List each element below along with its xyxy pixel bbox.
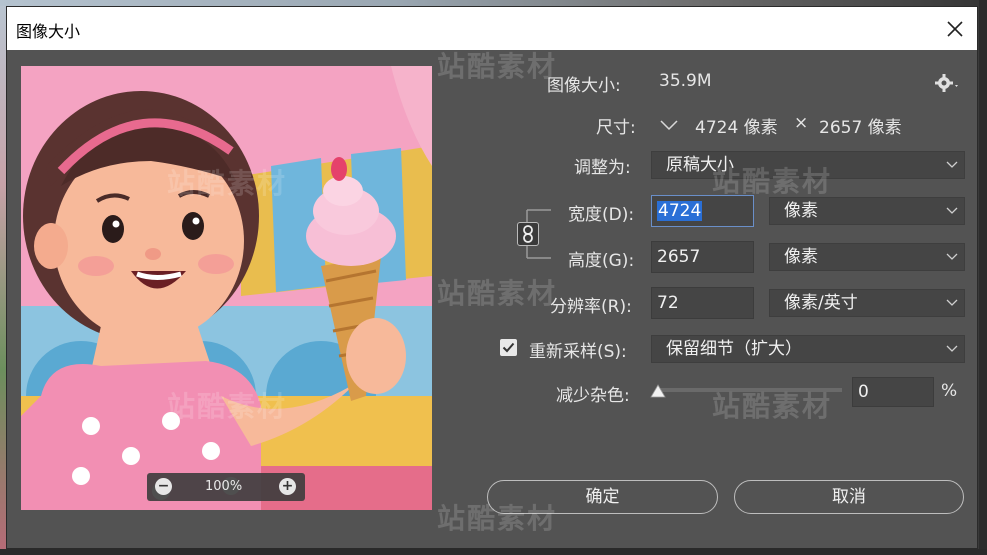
image-size-value: 35.9M — [659, 71, 712, 91]
resample-method-select[interactable]: 保留细节（扩大） — [651, 335, 965, 363]
width-unit-value: 像素 — [784, 201, 818, 221]
cancel-button[interactable]: 取消 — [734, 480, 964, 514]
width-label: 宽度(D): — [568, 205, 635, 225]
resolution-unit-select[interactable]: 像素/英寸 — [769, 289, 965, 317]
height-unit-select[interactable]: 像素 — [769, 243, 965, 271]
dimensions-width: 4724 像素 — [695, 118, 778, 138]
height-unit-value: 像素 — [784, 247, 818, 267]
dimensions-units-toggle[interactable] — [658, 115, 680, 139]
chevron-down-icon — [946, 345, 958, 352]
resolution-unit-value: 像素/英寸 — [784, 293, 858, 313]
constrain-proportions-toggle[interactable] — [517, 222, 539, 246]
reduce-noise-value: 0 — [858, 382, 869, 402]
resample-checkbox[interactable] — [500, 339, 517, 356]
reduce-noise-unit: % — [941, 381, 958, 401]
settings-menu-button[interactable] — [935, 73, 961, 97]
resolution-value: 72 — [657, 293, 679, 313]
zoom-in-icon: + — [281, 478, 294, 494]
watermark: 站酷素材 — [437, 50, 558, 83]
zoom-control: − 100% + — [147, 473, 305, 501]
zoom-in-button[interactable]: + — [279, 478, 296, 495]
chevron-down-icon — [660, 120, 678, 131]
dialog-title: 图像大小 — [16, 22, 81, 41]
watermark: 站酷素材 — [437, 277, 558, 310]
preview-illustration — [21, 66, 432, 510]
zoom-out-icon: − — [157, 478, 170, 494]
dimensions-height: 2657 像素 — [819, 118, 902, 138]
image-preview[interactable]: − 100% + — [21, 66, 432, 510]
fit-to-value: 原稿大小 — [666, 155, 734, 175]
width-input[interactable]: 4724 — [651, 195, 754, 227]
zoom-out-button[interactable]: − — [155, 478, 172, 495]
background-right-strip — [979, 0, 987, 555]
background-bottom-strip — [0, 549, 987, 555]
ok-button[interactable]: 确定 — [487, 480, 718, 514]
dimensions-times: × — [794, 113, 809, 133]
chevron-down-icon — [946, 207, 958, 214]
width-value: 4724 — [657, 201, 703, 221]
chevron-down-icon — [946, 253, 958, 260]
image-size-label: 图像大小: — [547, 76, 621, 96]
close-icon — [947, 21, 963, 37]
resolution-label: 分辨率(R): — [550, 297, 632, 317]
reduce-noise-label: 减少杂色: — [556, 386, 630, 406]
resample-label: 重新采样(S): — [529, 342, 627, 362]
width-unit-select[interactable]: 像素 — [769, 197, 965, 225]
height-label: 高度(G): — [568, 251, 635, 271]
resample-method-value: 保留细节（扩大） — [666, 339, 802, 359]
close-button[interactable] — [939, 13, 971, 45]
link-icon — [523, 225, 533, 243]
chevron-down-icon — [946, 161, 958, 168]
checkmark-icon — [502, 342, 515, 353]
reduce-noise-slider-handle[interactable] — [650, 384, 666, 398]
resolution-input[interactable]: 72 — [651, 287, 754, 319]
zoom-level: 100% — [205, 479, 243, 494]
fit-to-label: 调整为: — [574, 158, 631, 178]
title-bar[interactable]: 图像大小 — [7, 7, 977, 50]
height-value: 2657 — [657, 247, 701, 267]
chevron-down-icon — [946, 299, 958, 306]
dimensions-label: 尺寸: — [596, 118, 636, 138]
fit-to-select[interactable]: 原稿大小 — [651, 151, 965, 179]
image-size-dialog: 图像大小 − 100% + 图像大小: 35.9M 尺寸: 4724 像素 × … — [6, 6, 978, 549]
reduce-noise-input[interactable]: 0 — [852, 377, 934, 407]
height-input[interactable]: 2657 — [651, 241, 754, 273]
reduce-noise-track — [657, 388, 842, 392]
gear-icon — [935, 74, 958, 92]
